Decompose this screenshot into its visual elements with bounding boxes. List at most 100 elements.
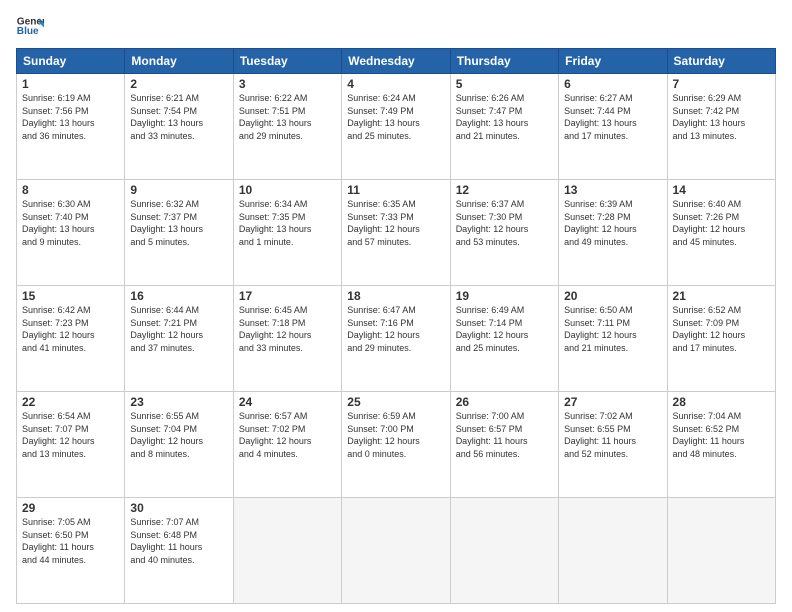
day-number: 3: [239, 77, 336, 91]
calendar-page: General Blue SundayMondayTuesdayWednesda…: [0, 0, 792, 612]
day-cell: 17Sunrise: 6:45 AM Sunset: 7:18 PM Dayli…: [233, 286, 341, 392]
day-cell: 13Sunrise: 6:39 AM Sunset: 7:28 PM Dayli…: [559, 180, 667, 286]
col-header-friday: Friday: [559, 49, 667, 74]
day-cell: 30Sunrise: 7:07 AM Sunset: 6:48 PM Dayli…: [125, 498, 233, 604]
day-cell: [233, 498, 341, 604]
day-info: Sunrise: 6:21 AM Sunset: 7:54 PM Dayligh…: [130, 92, 227, 142]
calendar-table: SundayMondayTuesdayWednesdayThursdayFrid…: [16, 48, 776, 604]
day-info: Sunrise: 6:29 AM Sunset: 7:42 PM Dayligh…: [673, 92, 770, 142]
day-number: 10: [239, 183, 336, 197]
day-info: Sunrise: 7:07 AM Sunset: 6:48 PM Dayligh…: [130, 516, 227, 566]
col-header-sunday: Sunday: [17, 49, 125, 74]
day-info: Sunrise: 6:39 AM Sunset: 7:28 PM Dayligh…: [564, 198, 661, 248]
day-number: 29: [22, 501, 119, 515]
day-cell: 20Sunrise: 6:50 AM Sunset: 7:11 PM Dayli…: [559, 286, 667, 392]
day-number: 28: [673, 395, 770, 409]
day-info: Sunrise: 6:50 AM Sunset: 7:11 PM Dayligh…: [564, 304, 661, 354]
day-number: 15: [22, 289, 119, 303]
day-number: 16: [130, 289, 227, 303]
day-cell: 16Sunrise: 6:44 AM Sunset: 7:21 PM Dayli…: [125, 286, 233, 392]
day-cell: 3Sunrise: 6:22 AM Sunset: 7:51 PM Daylig…: [233, 74, 341, 180]
day-cell: 2Sunrise: 6:21 AM Sunset: 7:54 PM Daylig…: [125, 74, 233, 180]
day-number: 9: [130, 183, 227, 197]
day-number: 19: [456, 289, 553, 303]
col-header-tuesday: Tuesday: [233, 49, 341, 74]
day-info: Sunrise: 6:52 AM Sunset: 7:09 PM Dayligh…: [673, 304, 770, 354]
day-number: 6: [564, 77, 661, 91]
day-info: Sunrise: 6:55 AM Sunset: 7:04 PM Dayligh…: [130, 410, 227, 460]
day-number: 2: [130, 77, 227, 91]
day-cell: 22Sunrise: 6:54 AM Sunset: 7:07 PM Dayli…: [17, 392, 125, 498]
day-number: 23: [130, 395, 227, 409]
week-row-4: 22Sunrise: 6:54 AM Sunset: 7:07 PM Dayli…: [17, 392, 776, 498]
day-cell: 7Sunrise: 6:29 AM Sunset: 7:42 PM Daylig…: [667, 74, 775, 180]
day-number: 21: [673, 289, 770, 303]
day-info: Sunrise: 7:05 AM Sunset: 6:50 PM Dayligh…: [22, 516, 119, 566]
svg-text:Blue: Blue: [17, 26, 39, 37]
day-number: 17: [239, 289, 336, 303]
day-info: Sunrise: 6:40 AM Sunset: 7:26 PM Dayligh…: [673, 198, 770, 248]
day-number: 20: [564, 289, 661, 303]
week-row-3: 15Sunrise: 6:42 AM Sunset: 7:23 PM Dayli…: [17, 286, 776, 392]
day-cell: 14Sunrise: 6:40 AM Sunset: 7:26 PM Dayli…: [667, 180, 775, 286]
day-cell: 6Sunrise: 6:27 AM Sunset: 7:44 PM Daylig…: [559, 74, 667, 180]
day-number: 24: [239, 395, 336, 409]
day-cell: 9Sunrise: 6:32 AM Sunset: 7:37 PM Daylig…: [125, 180, 233, 286]
day-cell: [450, 498, 558, 604]
day-number: 13: [564, 183, 661, 197]
day-info: Sunrise: 6:49 AM Sunset: 7:14 PM Dayligh…: [456, 304, 553, 354]
day-cell: [559, 498, 667, 604]
day-cell: 24Sunrise: 6:57 AM Sunset: 7:02 PM Dayli…: [233, 392, 341, 498]
day-cell: 10Sunrise: 6:34 AM Sunset: 7:35 PM Dayli…: [233, 180, 341, 286]
day-info: Sunrise: 6:45 AM Sunset: 7:18 PM Dayligh…: [239, 304, 336, 354]
day-info: Sunrise: 6:24 AM Sunset: 7:49 PM Dayligh…: [347, 92, 444, 142]
day-cell: 12Sunrise: 6:37 AM Sunset: 7:30 PM Dayli…: [450, 180, 558, 286]
day-cell: 25Sunrise: 6:59 AM Sunset: 7:00 PM Dayli…: [342, 392, 450, 498]
day-info: Sunrise: 7:00 AM Sunset: 6:57 PM Dayligh…: [456, 410, 553, 460]
day-cell: 26Sunrise: 7:00 AM Sunset: 6:57 PM Dayli…: [450, 392, 558, 498]
day-cell: 8Sunrise: 6:30 AM Sunset: 7:40 PM Daylig…: [17, 180, 125, 286]
day-number: 22: [22, 395, 119, 409]
day-info: Sunrise: 6:34 AM Sunset: 7:35 PM Dayligh…: [239, 198, 336, 248]
logo-icon: General Blue: [16, 12, 44, 40]
day-cell: 11Sunrise: 6:35 AM Sunset: 7:33 PM Dayli…: [342, 180, 450, 286]
day-info: Sunrise: 6:22 AM Sunset: 7:51 PM Dayligh…: [239, 92, 336, 142]
logo: General Blue: [16, 12, 44, 40]
day-cell: 18Sunrise: 6:47 AM Sunset: 7:16 PM Dayli…: [342, 286, 450, 392]
week-row-2: 8Sunrise: 6:30 AM Sunset: 7:40 PM Daylig…: [17, 180, 776, 286]
day-info: Sunrise: 6:19 AM Sunset: 7:56 PM Dayligh…: [22, 92, 119, 142]
week-row-5: 29Sunrise: 7:05 AM Sunset: 6:50 PM Dayli…: [17, 498, 776, 604]
day-info: Sunrise: 6:42 AM Sunset: 7:23 PM Dayligh…: [22, 304, 119, 354]
col-header-thursday: Thursday: [450, 49, 558, 74]
day-info: Sunrise: 6:27 AM Sunset: 7:44 PM Dayligh…: [564, 92, 661, 142]
col-header-saturday: Saturday: [667, 49, 775, 74]
day-cell: 4Sunrise: 6:24 AM Sunset: 7:49 PM Daylig…: [342, 74, 450, 180]
header-row: SundayMondayTuesdayWednesdayThursdayFrid…: [17, 49, 776, 74]
day-number: 11: [347, 183, 444, 197]
day-info: Sunrise: 6:59 AM Sunset: 7:00 PM Dayligh…: [347, 410, 444, 460]
day-number: 25: [347, 395, 444, 409]
col-header-monday: Monday: [125, 49, 233, 74]
day-info: Sunrise: 6:37 AM Sunset: 7:30 PM Dayligh…: [456, 198, 553, 248]
day-cell: 1Sunrise: 6:19 AM Sunset: 7:56 PM Daylig…: [17, 74, 125, 180]
week-row-1: 1Sunrise: 6:19 AM Sunset: 7:56 PM Daylig…: [17, 74, 776, 180]
day-number: 18: [347, 289, 444, 303]
day-info: Sunrise: 6:47 AM Sunset: 7:16 PM Dayligh…: [347, 304, 444, 354]
day-cell: 28Sunrise: 7:04 AM Sunset: 6:52 PM Dayli…: [667, 392, 775, 498]
header: General Blue: [16, 12, 776, 40]
day-number: 5: [456, 77, 553, 91]
day-number: 7: [673, 77, 770, 91]
day-number: 8: [22, 183, 119, 197]
day-number: 26: [456, 395, 553, 409]
day-info: Sunrise: 6:57 AM Sunset: 7:02 PM Dayligh…: [239, 410, 336, 460]
day-cell: 19Sunrise: 6:49 AM Sunset: 7:14 PM Dayli…: [450, 286, 558, 392]
day-cell: 29Sunrise: 7:05 AM Sunset: 6:50 PM Dayli…: [17, 498, 125, 604]
day-info: Sunrise: 7:02 AM Sunset: 6:55 PM Dayligh…: [564, 410, 661, 460]
day-cell: 15Sunrise: 6:42 AM Sunset: 7:23 PM Dayli…: [17, 286, 125, 392]
day-cell: 5Sunrise: 6:26 AM Sunset: 7:47 PM Daylig…: [450, 74, 558, 180]
col-header-wednesday: Wednesday: [342, 49, 450, 74]
day-cell: [667, 498, 775, 604]
day-number: 27: [564, 395, 661, 409]
day-info: Sunrise: 6:35 AM Sunset: 7:33 PM Dayligh…: [347, 198, 444, 248]
day-number: 12: [456, 183, 553, 197]
